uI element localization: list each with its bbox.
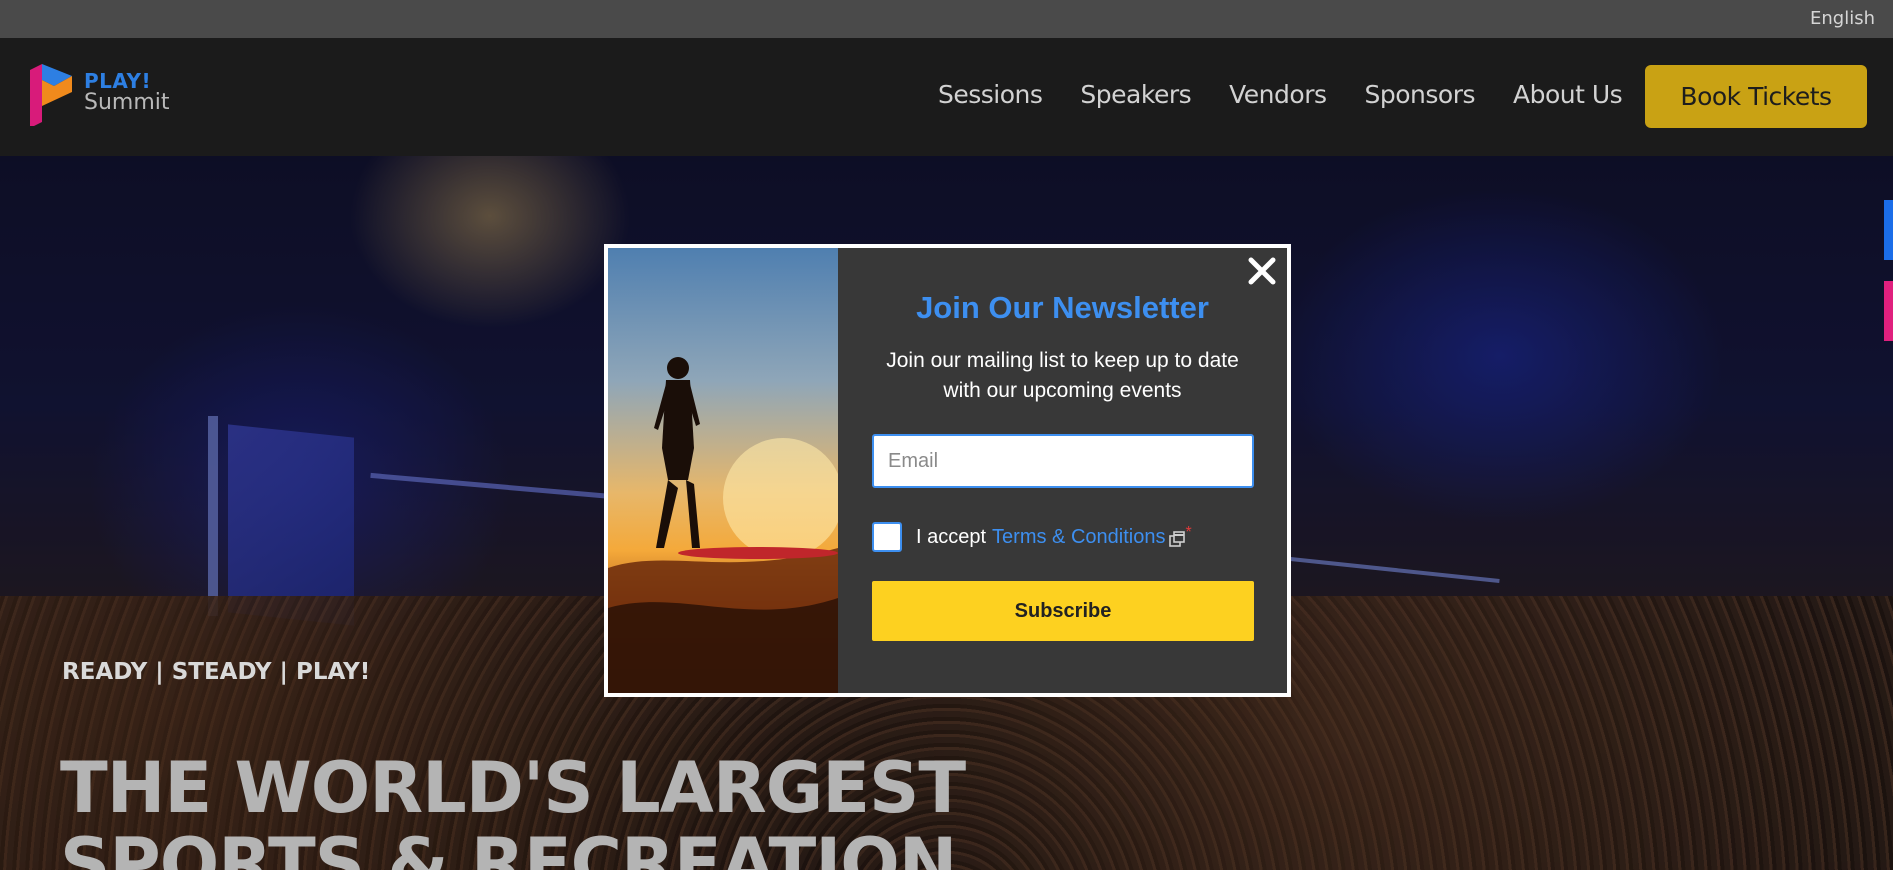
terms-row: I accept Terms & Conditions * bbox=[872, 520, 1192, 554]
subscribe-button[interactable]: Subscribe bbox=[872, 581, 1254, 641]
nav-item-about-us[interactable]: About Us bbox=[1513, 80, 1623, 109]
close-icon[interactable] bbox=[1245, 254, 1279, 288]
language-selector[interactable]: English bbox=[1810, 8, 1875, 29]
nav-item-sessions[interactable]: Sessions bbox=[938, 80, 1043, 109]
surfer-image bbox=[608, 248, 838, 693]
main-nav: Sessions Speakers Vendors Sponsors About… bbox=[938, 80, 1623, 109]
nav-item-speakers[interactable]: Speakers bbox=[1080, 80, 1191, 109]
side-tab-blue[interactable] bbox=[1884, 200, 1893, 260]
newsletter-title: Join Our Newsletter bbox=[916, 290, 1209, 325]
nav-item-sponsors[interactable]: Sponsors bbox=[1365, 80, 1476, 109]
book-tickets-button[interactable]: Book Tickets bbox=[1645, 65, 1867, 128]
required-marker: * bbox=[1185, 524, 1192, 541]
nav-item-vendors[interactable]: Vendors bbox=[1229, 80, 1327, 109]
external-link-icon[interactable] bbox=[1169, 531, 1186, 547]
side-tab-pink[interactable] bbox=[1884, 281, 1893, 341]
logo-text-summit: Summit bbox=[84, 90, 170, 115]
surfer-silhouette-icon bbox=[608, 357, 838, 693]
newsletter-modal: Join Our Newsletter Join our mailing lis… bbox=[604, 244, 1291, 697]
email-field[interactable] bbox=[872, 434, 1254, 488]
terms-prefix-text: I accept bbox=[916, 525, 987, 548]
site-header: PLAY! Summit Sessions Speakers Vendors S… bbox=[0, 38, 1893, 156]
hero-tagline: READY | STEADY | PLAY! bbox=[62, 659, 371, 685]
top-utility-bar: English bbox=[0, 0, 1893, 38]
newsletter-description: Join our mailing list to keep up to date… bbox=[886, 349, 1239, 402]
play-summit-logo[interactable]: PLAY! Summit bbox=[28, 62, 178, 126]
logo-mark-icon bbox=[30, 64, 72, 126]
hero-title: THE WORLD'S LARGEST SPORTS & RECREATION bbox=[60, 747, 966, 870]
terms-checkbox[interactable] bbox=[872, 522, 902, 552]
terms-link[interactable]: Terms & Conditions bbox=[992, 526, 1165, 549]
newsletter-form: Join Our Newsletter Join our mailing lis… bbox=[838, 248, 1287, 693]
